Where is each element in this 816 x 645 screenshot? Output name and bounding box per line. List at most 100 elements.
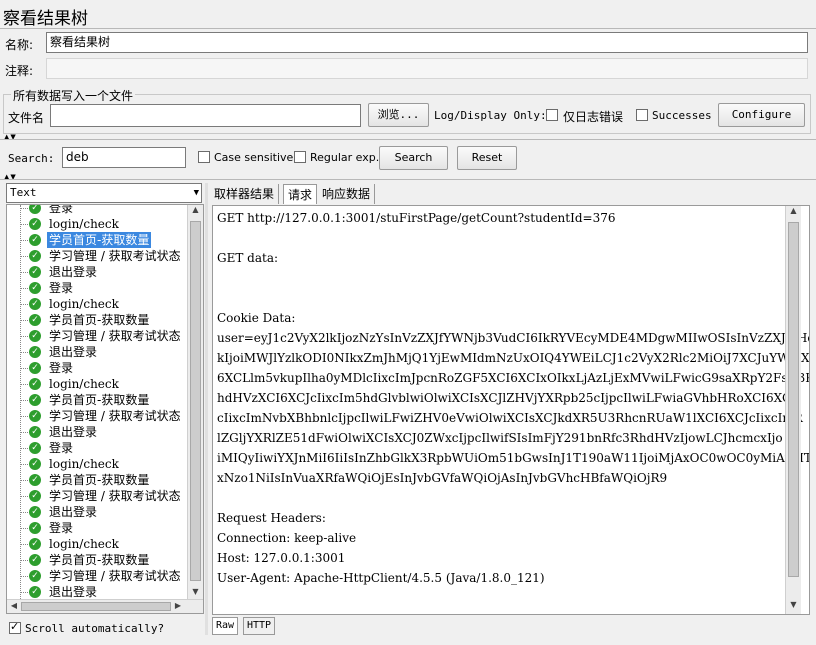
log-display-label: Log/Display Only: — [434, 109, 547, 122]
request-content[interactable]: GET http://127.0.0.1:3001/stuFirstPage/g… — [212, 205, 810, 615]
search-input[interactable]: deb — [62, 147, 186, 168]
renderer-select[interactable]: Text ▼ — [6, 183, 202, 203]
success-shield-icon: ✓ — [29, 314, 41, 326]
successes-label: Successes — [652, 109, 712, 122]
request-line: lZGljYXRlZE51dFwiOlwiXCIsXCJ0ZWxcIjpcIlw… — [217, 431, 783, 445]
errors-only-checkbox[interactable] — [546, 109, 558, 121]
success-shield-icon: ✓ — [29, 506, 41, 518]
success-shield-icon: ✓ — [29, 282, 41, 294]
regex-checkbox[interactable] — [294, 151, 306, 163]
scroll-auto-label: Scroll automatically? — [25, 622, 165, 635]
scroll-auto-checkbox[interactable]: ✓ — [9, 620, 21, 634]
tree-horizontal-scrollbar[interactable]: ◀ ▶ — [7, 599, 203, 613]
tree-item-label: 学员首页-获取数量 — [49, 553, 150, 567]
title-divider — [0, 28, 816, 29]
tree-item-label: 登录 — [49, 361, 74, 375]
file-group-title: 所有数据写入一个文件 — [11, 87, 136, 104]
case-sensitive-checkbox[interactable] — [198, 151, 210, 163]
tree-item-label: 学习管理 / 获取考试状态 — [49, 489, 181, 503]
success-shield-icon: ✓ — [29, 298, 41, 310]
tree-item-label: 学习管理 / 获取考试状态 — [49, 569, 181, 583]
success-shield-icon: ✓ — [29, 250, 41, 262]
tree-connector — [20, 432, 28, 433]
success-shield-icon: ✓ — [29, 458, 41, 470]
request-line: GET http://127.0.0.1:3001/stuFirstPage/g… — [217, 211, 616, 225]
tree-item-label: 登录 — [49, 204, 74, 215]
file-label: 文件名 — [8, 111, 45, 125]
tree-connector — [20, 560, 28, 561]
success-shield-icon: ✓ — [29, 378, 41, 390]
tree-connector — [20, 288, 28, 289]
tree-connector — [20, 416, 28, 417]
request-line: User-Agent: Apache-HttpClient/4.5.5 (Jav… — [217, 571, 545, 585]
tree-item-label: 退出登录 — [49, 585, 98, 599]
tree-item-label: 学习管理 / 获取考试状态 — [49, 409, 181, 423]
tree-hscroll-thumb[interactable] — [21, 602, 171, 611]
tree-scroll-thumb[interactable] — [190, 221, 201, 581]
tree-item-label: 登录 — [49, 521, 74, 535]
divider — [0, 139, 816, 140]
tree-item-label: 学员首页-获取数量 — [49, 473, 150, 487]
tree-connector — [20, 528, 28, 529]
tree-guide-line — [20, 205, 21, 601]
search-button[interactable]: Search — [379, 146, 448, 170]
tab-sampler-result[interactable]: 取样器结果 — [210, 184, 280, 204]
tree-item-label: 退出登录 — [49, 265, 98, 279]
request-line: GET data: — [217, 251, 279, 265]
browse-button[interactable]: 浏览... — [368, 103, 429, 127]
chevron-down-icon: ▼ — [193, 188, 199, 198]
search-label: Search: — [8, 152, 55, 165]
success-shield-icon: ✓ — [29, 570, 41, 582]
content-vertical-scrollbar[interactable]: ▲ ▼ — [785, 206, 801, 614]
successes-checkbox[interactable] — [636, 109, 648, 121]
tree-item-label: 登录 — [49, 281, 74, 295]
tree-connector — [20, 496, 28, 497]
content-scroll-down-icon[interactable]: ▼ — [786, 600, 801, 609]
request-line: 6XCLlm5vkupIlha0yMDlcIixcImJpcnRoZGF5XCI… — [217, 371, 810, 385]
scroll-down-icon[interactable]: ▼ — [188, 587, 203, 596]
name-input[interactable]: 察看结果树 — [46, 32, 808, 53]
success-shield-icon: ✓ — [29, 410, 41, 422]
content-scroll-up-icon[interactable]: ▲ — [786, 206, 801, 215]
success-shield-icon: ✓ — [29, 362, 41, 374]
content-scroll-thumb[interactable] — [788, 222, 799, 577]
comment-label: 注释: — [5, 64, 34, 78]
tree-connector — [20, 592, 28, 593]
scroll-right-icon[interactable]: ▶ — [173, 601, 183, 610]
results-tree[interactable]: ✓ 登录 ✓ login/check ✓ 学员首页-获取数量 ✓ 学习管理 / 获取考试状态 ✓… — [6, 204, 204, 614]
tree-item-label: 学员首页-获取数量 — [47, 232, 152, 248]
check-icon: ✓ — [10, 620, 20, 633]
renderer-select-value: Text — [10, 186, 37, 199]
success-shield-icon: ✓ — [29, 330, 41, 342]
scroll-up-icon[interactable]: ▲ — [188, 205, 203, 214]
tree-connector — [20, 304, 28, 305]
tree-item-label: 学习管理 / 获取考试状态 — [49, 329, 181, 343]
errors-only-label: 仅日志错误 — [563, 110, 624, 124]
tab-raw[interactable]: Raw — [212, 617, 239, 635]
request-line: hdHVzXCI6XCJcIixcIm5hdGlvblwiOlwiXCIsXCJ… — [217, 391, 796, 405]
tree-connector — [20, 480, 28, 481]
tree-connector — [20, 576, 28, 577]
filename-input[interactable] — [50, 104, 361, 127]
tree-connector — [20, 400, 28, 401]
request-line: kIjoiMWJlYzlkODI0NIkxZmJhMjQ1YjEwMIdmNzU… — [217, 351, 810, 365]
reset-button[interactable]: Reset — [457, 146, 517, 170]
tree-item-label: login/check — [49, 297, 119, 311]
request-line: Connection: keep-alive — [217, 531, 357, 545]
pane-splitter[interactable] — [205, 183, 208, 635]
success-shield-icon: ✓ — [29, 205, 41, 214]
request-line: Host: 127.0.0.1:3001 — [217, 551, 346, 565]
tree-connector — [20, 512, 28, 513]
success-shield-icon: ✓ — [29, 522, 41, 534]
tab-response-data[interactable]: 响应数据 — [318, 184, 376, 204]
success-shield-icon: ✓ — [29, 218, 41, 230]
tree-item-label: 退出登录 — [49, 425, 98, 439]
comment-input[interactable] — [46, 58, 808, 79]
tab-http[interactable]: HTTP — [243, 617, 276, 635]
request-line: xNzo1NiIsInVuaXRfaWQiOjEsInJvbGVfaWQiOjA… — [217, 471, 668, 485]
tree-connector — [20, 464, 28, 465]
tab-request[interactable]: 请求 — [283, 184, 318, 204]
configure-button[interactable]: Configure — [718, 103, 805, 127]
tree-vertical-scrollbar[interactable]: ▲ ▼ — [187, 205, 203, 599]
scroll-left-icon[interactable]: ◀ — [9, 601, 19, 610]
